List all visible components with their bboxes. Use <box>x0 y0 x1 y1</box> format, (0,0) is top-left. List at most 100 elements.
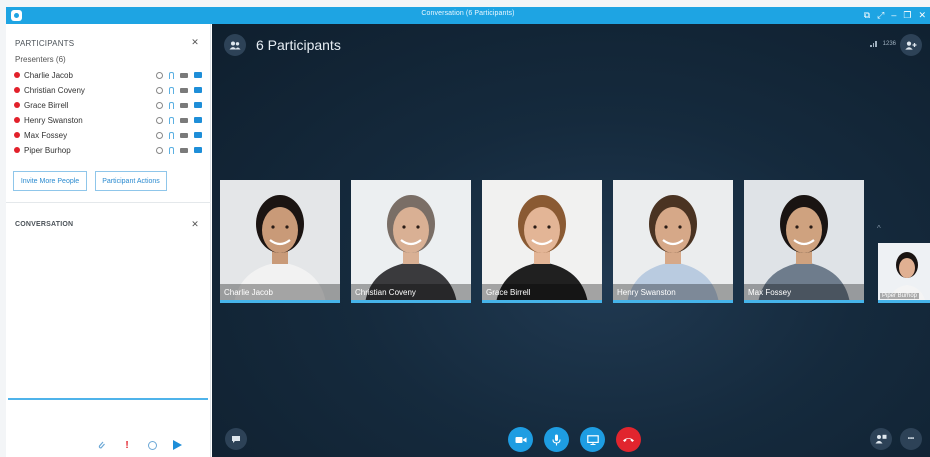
present-screen-icon <box>586 434 599 445</box>
audio-status-icon <box>169 71 174 79</box>
video-status-icon <box>180 72 188 78</box>
audio-status-icon <box>169 101 174 109</box>
participant-name: Max Fossey <box>24 130 68 140</box>
speaking-indicator <box>220 300 340 303</box>
participants-sidebar: PARTICIPANTS ✕ Presenters (6) Charlie Ja… <box>6 24 211 457</box>
close-button[interactable]: ✕ <box>918 9 926 21</box>
hang-up-icon <box>623 438 634 442</box>
overflow-chevron-icon[interactable]: ^ <box>877 224 881 233</box>
participant-row[interactable]: Piper Burhop <box>14 143 204 157</box>
speaking-indicator <box>744 300 864 303</box>
emoticon-icon[interactable] <box>148 440 157 450</box>
presence-busy-icon <box>14 87 20 93</box>
conversation-header: CONVERSATION <box>15 221 74 228</box>
sharing-status-icon <box>194 117 202 123</box>
video-tile[interactable]: Max Fossey <box>744 180 864 303</box>
add-participant-button[interactable] <box>900 34 922 56</box>
video-tile[interactable]: Henry Swanston <box>613 180 733 303</box>
participants-header: PARTICIPANTS <box>15 39 75 48</box>
speaking-indicator <box>878 300 930 303</box>
conversation-window: Conversation (6 Participants) ⧉ ⤢ – ❐ ✕ … <box>6 7 930 457</box>
more-options-icon: ••• <box>907 436 915 442</box>
participant-tile-name: Henry Swanston <box>617 288 676 297</box>
video-tile[interactable]: Christian Coveny <box>351 180 471 303</box>
participant-actions-button[interactable]: Participant Actions <box>95 171 167 191</box>
video-stage: 6 Participants 1236 Charlie Jacob Christi… <box>212 24 930 457</box>
composer-toolbar: ! <box>96 440 182 451</box>
more-options-button[interactable]: ••• <box>900 428 922 450</box>
im-status-icon <box>156 86 163 94</box>
audio-status-icon <box>169 131 174 139</box>
speaking-indicator <box>351 300 471 303</box>
video-status-icon <box>180 132 188 138</box>
participant-row[interactable]: Grace Birrell <box>14 98 204 112</box>
im-status-icon <box>156 101 163 109</box>
participant-row[interactable]: Christian Coveny <box>14 83 204 97</box>
add-person-icon <box>905 41 917 50</box>
restore-button[interactable]: ❐ <box>903 9 911 21</box>
close-conversation-icon[interactable]: ✕ <box>190 219 200 230</box>
audio-status-icon <box>169 86 174 94</box>
layout-options-button[interactable] <box>870 428 892 450</box>
presence-busy-icon <box>14 117 20 123</box>
participant-row[interactable]: Charlie Jacob <box>14 68 204 82</box>
participant-tile-name: Grace Birrell <box>486 288 531 297</box>
sharing-status-icon <box>194 102 202 108</box>
presenters-group-label[interactable]: Presenters (6) <box>15 55 66 64</box>
presence-busy-icon <box>14 147 20 153</box>
send-icon[interactable] <box>173 440 182 450</box>
participant-tile-name: Max Fossey <box>748 288 792 297</box>
video-status-icon <box>180 147 188 153</box>
participant-row[interactable]: Henry Swanston <box>14 113 204 127</box>
call-status-text: 1236 <box>882 40 896 47</box>
invite-more-people-button[interactable]: Invite More People <box>13 171 87 191</box>
presence-busy-icon <box>14 102 20 108</box>
overflow-video-tile[interactable]: Piper Burhop <box>878 243 930 303</box>
participant-name: Charlie Jacob <box>24 70 73 80</box>
participant-name: Henry Swanston <box>24 115 83 125</box>
snap-icon[interactable]: ⧉ <box>864 9 870 21</box>
window-controls: ⧉ ⤢ – ❐ ✕ <box>864 9 926 21</box>
message-input-border[interactable] <box>8 398 208 400</box>
speaking-indicator <box>613 300 733 303</box>
participant-tile-name: Piper Burhop <box>880 293 920 299</box>
participants-toggle-button[interactable] <box>224 34 246 56</box>
video-status-icon <box>180 117 188 123</box>
participant-tile-name: Christian Coveny <box>355 288 416 297</box>
sharing-status-icon <box>194 132 202 138</box>
layout-people-icon <box>875 434 887 444</box>
stage-title: 6 Participants <box>256 37 341 53</box>
chat-bubble-icon <box>232 435 240 443</box>
sharing-status-icon <box>194 87 202 93</box>
video-tile[interactable]: Charlie Jacob <box>220 180 340 303</box>
participant-name: Christian Coveny <box>24 85 85 95</box>
signal-strength-icon <box>870 40 877 47</box>
participant-row[interactable]: Max Fossey <box>14 128 204 142</box>
speaking-indicator <box>482 300 602 303</box>
window-title: Conversation (6 Participants) <box>421 10 515 17</box>
hang-up-button[interactable] <box>616 427 641 452</box>
participant-tile-name: Charlie Jacob <box>224 288 273 297</box>
people-icon <box>229 41 241 49</box>
video-button[interactable] <box>508 427 533 452</box>
microphone-button[interactable] <box>544 427 569 452</box>
im-toggle-button[interactable] <box>225 428 247 450</box>
im-status-icon <box>156 146 163 154</box>
minimize-button[interactable]: – <box>891 9 896 21</box>
participant-name: Piper Burhop <box>24 145 71 155</box>
fullscreen-icon[interactable]: ⤢ <box>877 9 884 21</box>
sharing-status-icon <box>194 72 202 78</box>
video-status-icon <box>180 102 188 108</box>
video-tile[interactable]: Grace Birrell <box>482 180 602 303</box>
attach-icon[interactable] <box>96 440 106 450</box>
microphone-icon <box>552 434 561 445</box>
presence-busy-icon <box>14 72 20 78</box>
present-button[interactable] <box>580 427 605 452</box>
close-participants-icon[interactable]: ✕ <box>190 37 200 48</box>
im-status-icon <box>156 131 163 139</box>
call-controls <box>508 427 641 452</box>
video-status-icon <box>180 87 188 93</box>
im-status-icon <box>156 71 163 79</box>
high-importance-icon[interactable]: ! <box>122 440 132 451</box>
presence-busy-icon <box>14 132 20 138</box>
